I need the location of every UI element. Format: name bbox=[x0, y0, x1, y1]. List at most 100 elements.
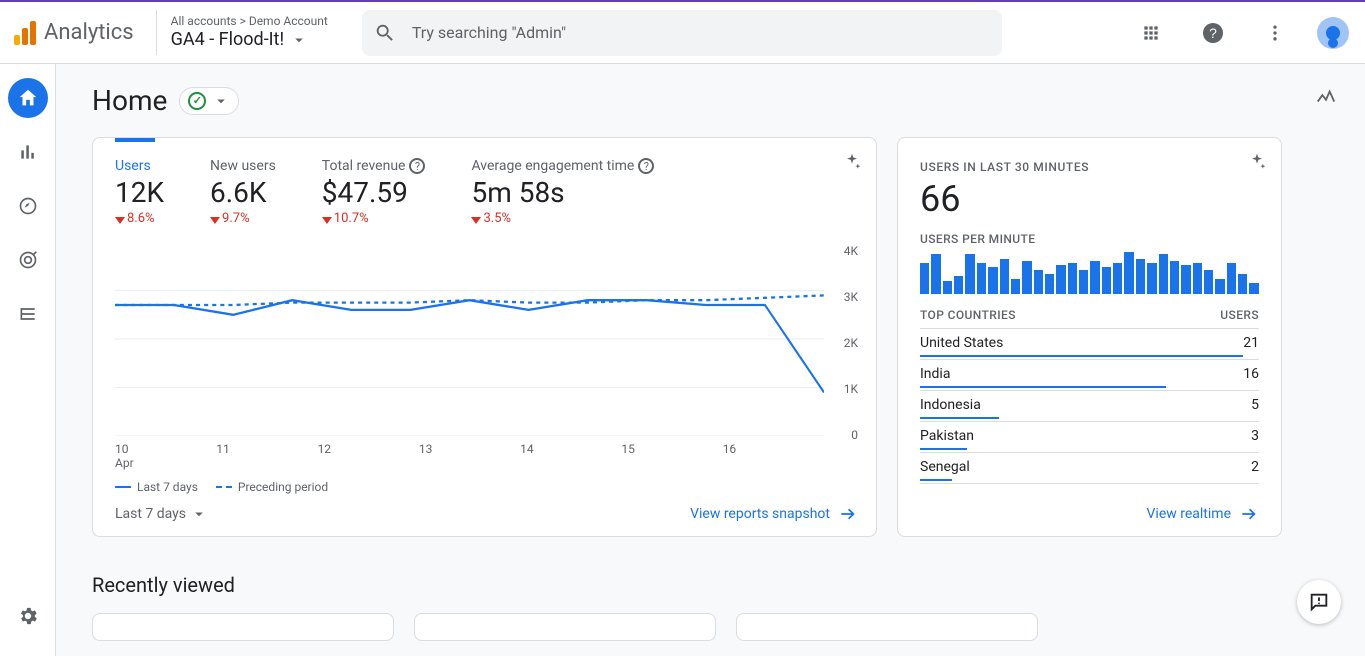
snapshot-link-label: View reports snapshot bbox=[690, 506, 830, 522]
metric-delta: 3.5% bbox=[471, 211, 654, 226]
realtime-heading: USERS IN LAST 30 MINUTES bbox=[920, 160, 1259, 174]
page-content: Home ✓ Users12K8.6%New users6.6K9.7%Tota… bbox=[56, 64, 1365, 656]
view-realtime-link[interactable]: View realtime bbox=[1147, 504, 1259, 524]
country-row: Senegal2 bbox=[920, 453, 1259, 484]
account-avatar[interactable] bbox=[1317, 17, 1349, 49]
users-line-chart: 10111213141516 Apr 4K3K2K1K0 bbox=[115, 242, 858, 470]
search-input[interactable]: Try searching "Admin" bbox=[362, 10, 1002, 56]
ask-intelligence-button[interactable] bbox=[842, 152, 862, 172]
country-name: United States bbox=[920, 335, 1243, 357]
country-users: 5 bbox=[1251, 397, 1259, 419]
metric-label: Users bbox=[115, 158, 164, 174]
help-icon: ? bbox=[638, 158, 654, 174]
users-column-label: USERS bbox=[1220, 308, 1259, 322]
users-per-minute-chart bbox=[920, 252, 1259, 294]
metric-delta: 9.7% bbox=[210, 211, 276, 226]
metric-average-engagement-time[interactable]: Average engagement time ?5m 58s3.5% bbox=[471, 152, 654, 226]
metric-users[interactable]: Users 12K 8.6% bbox=[115, 152, 164, 226]
country-name: Pakistan bbox=[920, 428, 1251, 450]
svg-text:?: ? bbox=[1209, 25, 1217, 41]
insights-button[interactable] bbox=[1315, 86, 1337, 108]
date-range-label: Last 7 days bbox=[115, 506, 186, 522]
nav-admin[interactable] bbox=[8, 596, 48, 636]
apps-icon bbox=[1141, 23, 1161, 43]
overview-card: Users12K8.6%New users6.6K9.7%Total reven… bbox=[92, 137, 877, 537]
view-realtime-label: View realtime bbox=[1147, 506, 1231, 522]
overflow-menu-button[interactable] bbox=[1255, 13, 1295, 53]
data-quality-chip[interactable]: ✓ bbox=[179, 87, 239, 115]
legend-current: Last 7 days bbox=[137, 480, 198, 494]
list-icon bbox=[18, 304, 38, 324]
metric-delta: 10.7% bbox=[322, 211, 426, 226]
recently-viewed-title: Recently viewed bbox=[92, 573, 1337, 597]
app-header: Analytics All accounts > Demo Account GA… bbox=[0, 2, 1365, 64]
nav-advertising[interactable] bbox=[8, 240, 48, 280]
metric-value: 12K bbox=[115, 176, 164, 209]
top-countries-table: United States21India16Indonesia5Pakistan… bbox=[920, 329, 1259, 484]
chevron-down-icon bbox=[190, 505, 208, 523]
metric-delta: 8.6% bbox=[115, 211, 164, 226]
help-icon: ? bbox=[1201, 21, 1225, 45]
ask-intelligence-button[interactable] bbox=[1247, 152, 1267, 172]
check-circle-icon: ✓ bbox=[188, 92, 206, 110]
arrow-down-icon bbox=[115, 214, 125, 224]
country-row: Indonesia5 bbox=[920, 391, 1259, 422]
account-switcher[interactable]: All accounts > Demo Account GA4 - Flood-… bbox=[156, 10, 346, 56]
metric-label: Total revenue ? bbox=[322, 158, 426, 174]
recently-viewed-card[interactable] bbox=[414, 613, 716, 641]
view-reports-snapshot-link[interactable]: View reports snapshot bbox=[690, 504, 858, 524]
page-header: Home ✓ bbox=[92, 84, 1337, 117]
search-placeholder: Try searching "Admin" bbox=[412, 23, 566, 42]
target-icon bbox=[18, 250, 38, 270]
nav-explore[interactable] bbox=[8, 186, 48, 226]
search-icon bbox=[374, 22, 396, 44]
metrics-row: Users12K8.6%New users6.6K9.7%Total reven… bbox=[115, 152, 858, 226]
users-per-minute-label: USERS PER MINUTE bbox=[920, 232, 1259, 246]
metric-total-revenue[interactable]: Total revenue ?$47.5910.7% bbox=[322, 152, 426, 226]
country-name: Senegal bbox=[920, 459, 1251, 481]
date-range-dropdown[interactable]: Last 7 days bbox=[115, 505, 208, 523]
country-name: India bbox=[920, 366, 1243, 388]
nav-home[interactable] bbox=[8, 78, 48, 118]
chart-x-label: Apr bbox=[115, 456, 824, 470]
nav-configure[interactable] bbox=[8, 294, 48, 334]
more-vert-icon bbox=[1265, 23, 1285, 43]
chart-legend: Last 7 days Preceding period bbox=[115, 480, 858, 494]
explore-icon bbox=[18, 196, 38, 216]
analytics-logo[interactable]: Analytics bbox=[14, 20, 134, 45]
help-button[interactable]: ? bbox=[1193, 13, 1233, 53]
analytics-logo-icon bbox=[14, 21, 36, 45]
sparkle-icon bbox=[842, 152, 862, 172]
arrow-down-icon bbox=[322, 214, 332, 224]
chevron-down-icon bbox=[212, 92, 230, 110]
country-name: Indonesia bbox=[920, 397, 1251, 419]
arrow-down-icon bbox=[471, 214, 481, 224]
country-row: United States21 bbox=[920, 329, 1259, 360]
metric-value: 6.6K bbox=[210, 176, 276, 209]
nav-reports[interactable] bbox=[8, 132, 48, 172]
feedback-button[interactable] bbox=[1297, 580, 1341, 624]
property-name: GA4 - Flood-It! bbox=[171, 29, 284, 52]
metric-label: Average engagement time ? bbox=[471, 158, 654, 174]
page-title: Home bbox=[92, 84, 167, 117]
account-breadcrumb: All accounts > Demo Account bbox=[171, 14, 328, 29]
feedback-icon bbox=[1308, 591, 1330, 613]
left-nav bbox=[0, 64, 56, 656]
apps-button[interactable] bbox=[1131, 13, 1171, 53]
realtime-users-value: 66 bbox=[920, 178, 1259, 220]
gear-icon bbox=[17, 605, 39, 627]
recently-viewed-card[interactable] bbox=[736, 613, 1038, 641]
chart-y-axis: 4K3K2K1K0 bbox=[824, 242, 858, 470]
country-row: India16 bbox=[920, 360, 1259, 391]
country-users: 21 bbox=[1243, 335, 1259, 357]
chevron-down-icon bbox=[290, 31, 308, 49]
arrow-right-icon bbox=[1239, 504, 1259, 524]
country-users: 16 bbox=[1243, 366, 1259, 388]
realtime-card: USERS IN LAST 30 MINUTES 66 USERS PER MI… bbox=[897, 137, 1282, 537]
legend-prev: Preceding period bbox=[238, 480, 328, 494]
metric-new-users[interactable]: New users6.6K9.7% bbox=[210, 152, 276, 226]
recently-viewed-card[interactable] bbox=[92, 613, 394, 641]
insights-icon bbox=[1315, 86, 1337, 108]
recently-viewed-row bbox=[92, 613, 1337, 641]
top-countries-label: TOP COUNTRIES bbox=[920, 308, 1016, 322]
